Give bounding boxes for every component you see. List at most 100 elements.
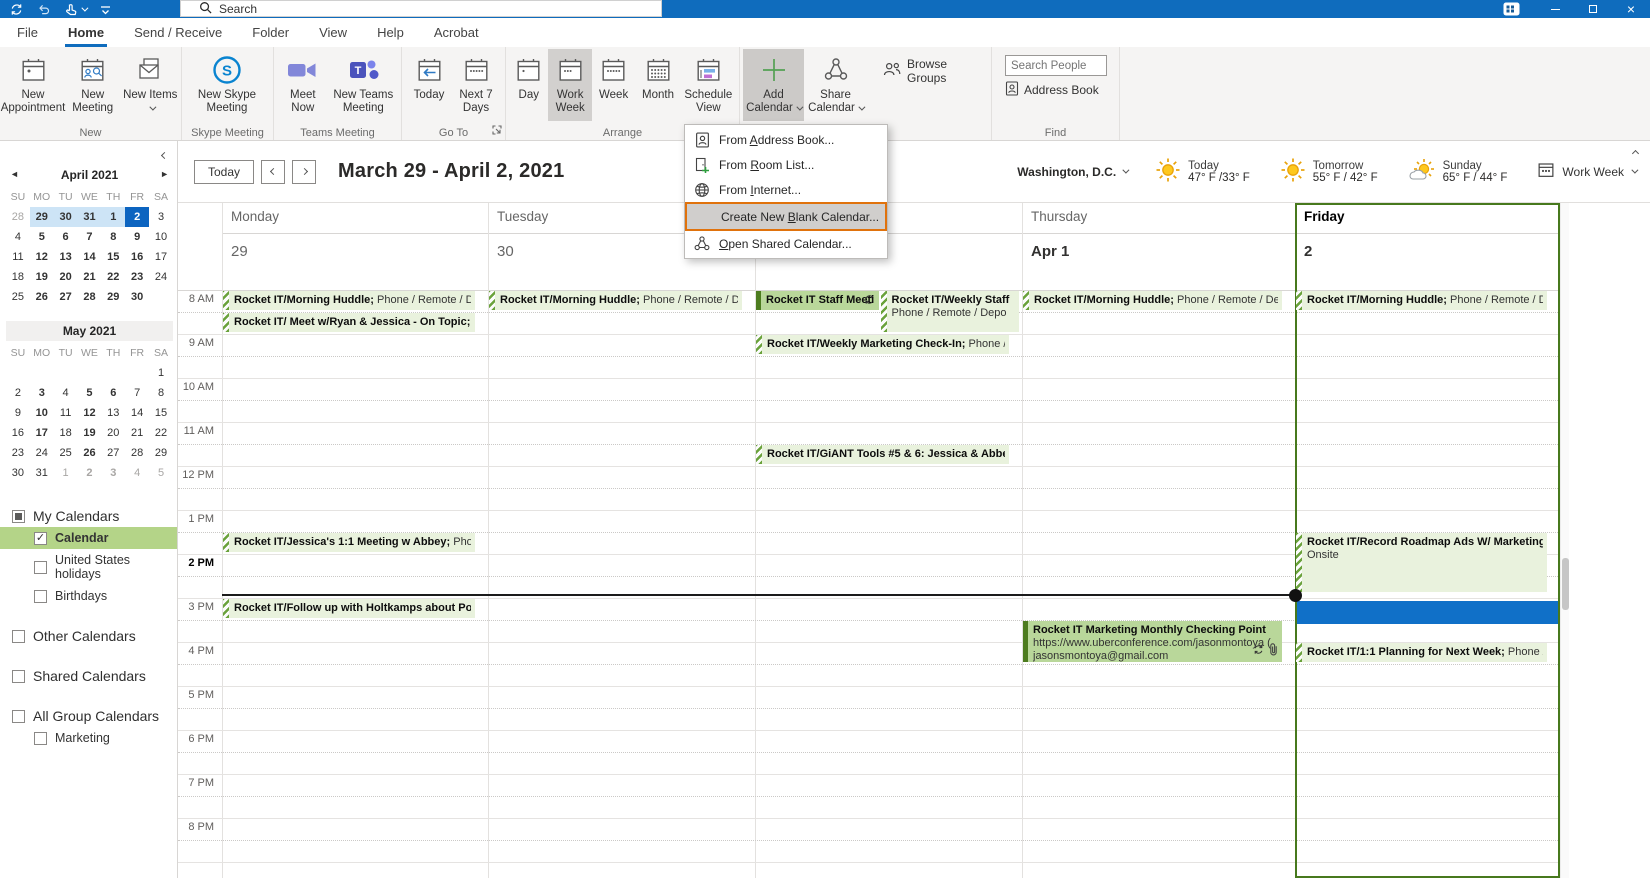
mini-calendar-day[interactable]: 18 [54,423,78,443]
mini-calendar-day[interactable]: 12 [30,247,54,267]
mini-calendar-day[interactable]: 30 [125,287,149,307]
browse-groups-button[interactable]: Browse Groups [873,49,988,93]
calendar-group-other-calendars[interactable]: Other Calendars [0,625,177,647]
tab-send-receive[interactable]: Send / Receive [119,20,237,47]
mini-calendar-day[interactable]: 7 [78,227,102,247]
apps-icon[interactable] [1503,2,1520,16]
tab-home[interactable]: Home [53,20,119,47]
mini-calendar-day[interactable]: 1 [101,207,125,227]
mini-calendar-day[interactable]: 10 [30,403,54,423]
mini-calendar-day[interactable]: 21 [78,267,102,287]
mini-calendar-day[interactable]: 5 [30,227,54,247]
tab-acrobat[interactable]: Acrobat [419,20,494,47]
new-skype-meeting-button[interactable]: S New Skype Meeting [185,49,269,121]
tab-file[interactable]: File [2,20,53,47]
calendar-group-all-group-calendars[interactable]: All Group Calendars [0,705,177,727]
checkbox[interactable] [34,732,47,745]
mini-calendar-day[interactable]: 26 [78,443,102,463]
customize-qat-icon[interactable] [100,0,111,18]
day-header-date[interactable]: 2 [1304,243,1312,260]
mini-calendar-day[interactable]: 31 [78,207,102,227]
mini-calendar-day[interactable]: 15 [149,403,173,423]
day-header-date[interactable]: Apr 1 [1031,243,1069,260]
calendar-list-item-calendar[interactable]: Calendar [0,527,177,549]
tab-help[interactable]: Help [362,20,419,47]
search-input[interactable]: Search [180,0,662,17]
schedule-view-button[interactable]: Schedule View [681,49,736,121]
mini-calendar-day[interactable]: 29 [149,443,173,463]
address-book-button[interactable]: Address Book [1005,81,1107,99]
day-header-date[interactable]: 29 [231,243,248,260]
mini-calendar-day[interactable]: 16 [125,247,149,267]
next-month-icon[interactable]: ► [160,169,169,179]
mini-calendar-day[interactable]: 14 [125,403,149,423]
mini-calendar-day[interactable]: 30 [6,463,30,483]
week-view-button[interactable]: Week [592,49,635,121]
previous-week-button[interactable] [261,160,285,184]
today-button[interactable]: Today [194,160,254,184]
weather-location[interactable]: Washington, D.C. [1017,165,1127,179]
mini-calendar-day[interactable]: 28 [125,443,149,463]
mini-calendar-day[interactable]: 24 [30,443,54,463]
mini-calendar-day[interactable]: 13 [54,247,78,267]
mini-calendar-day[interactable]: 23 [125,267,149,287]
mini-calendar-day[interactable]: 7 [125,383,149,403]
day-view-button[interactable]: Day [509,49,548,121]
mini-calendar-day[interactable]: 31 [30,463,54,483]
mini-calendar-day[interactable]: 6 [101,383,125,403]
meet-now-button[interactable]: Meet Now [277,49,329,121]
calendar-event[interactable]: Rocket IT/GiANT Tools #5 & 6: Jessica & … [756,445,1009,464]
scrollbar-thumb[interactable] [1562,558,1569,610]
send-receive-icon[interactable] [10,0,23,18]
mini-calendar-day[interactable]: 5 [78,383,102,403]
day-header-name[interactable]: Monday [231,209,279,224]
mini-calendar-day[interactable]: 25 [54,443,78,463]
collapse-folder-pane-icon[interactable] [162,147,167,161]
mini-calendar-day[interactable]: 5 [149,463,173,483]
day-header-name[interactable]: Tuesday [497,209,548,224]
next-7-days-button[interactable]: Next 7 Days [453,49,499,121]
search-people-input[interactable] [1005,55,1107,76]
undo-icon[interactable] [37,0,50,18]
mini-calendar-day[interactable]: 19 [30,267,54,287]
mini-calendar-day[interactable]: 4 [54,383,78,403]
mini-calendar-day[interactable]: 1 [54,463,78,483]
new-appointment-button[interactable]: New Appointment [3,49,63,121]
calendar-group-shared-calendars[interactable]: Shared Calendars [0,665,177,687]
checkbox[interactable] [12,710,25,723]
mini-calendar-day[interactable]: 9 [125,227,149,247]
menu-item-from-room-list[interactable]: From Room List... [685,152,887,177]
day-header-name[interactable]: Friday [1304,209,1345,224]
mini-calendar-day[interactable]: 1 [149,363,173,383]
mini-calendar-day[interactable]: 23 [6,443,30,463]
mini-calendar-day[interactable]: 27 [54,287,78,307]
calendar-event[interactable]: Rocket IT/Morning Huddle; Phone / Remote… [489,291,742,310]
menu-item-open-shared-calendar[interactable]: Open Shared Calendar... [685,231,887,256]
mini-calendar-day[interactable]: 14 [78,247,102,267]
mini-calendar-day[interactable]: 2 [125,207,149,227]
mini-calendar-day[interactable]: 18 [6,267,30,287]
mini-calendar-day[interactable]: 27 [101,443,125,463]
new-teams-meeting-button[interactable]: T New Teams Meeting [329,49,398,121]
mini-calendar-day[interactable]: 20 [101,423,125,443]
mini-calendar-day[interactable]: 3 [149,207,173,227]
mini-calendar-day[interactable]: 20 [54,267,78,287]
next-week-button[interactable] [292,160,316,184]
touch-mode-icon[interactable] [64,0,86,18]
mini-calendar-day[interactable]: 9 [6,403,30,423]
calendar-list-item-birthdays[interactable]: Birthdays [0,585,177,607]
checkbox[interactable] [34,590,47,603]
mini-calendar-day[interactable]: 29 [101,287,125,307]
new-items-button[interactable]: New Items [122,49,178,121]
mini-calendar-day[interactable]: 12 [78,403,102,423]
mini-calendar-day[interactable]: 2 [78,463,102,483]
mini-calendar-day[interactable]: 26 [30,287,54,307]
menu-item-create-new-blank-calendar[interactable]: Create New Blank Calendar... [685,202,887,231]
view-selector[interactable]: Work Week [1537,161,1636,182]
tab-folder[interactable]: Folder [237,20,304,47]
share-calendar-button[interactable]: Share Calendar [804,49,867,121]
mini-calendar-day[interactable]: 17 [149,247,173,267]
calendar-event[interactable]: Rocket IT/Record Roadmap Ads W/ Marketin… [1296,533,1547,592]
mini-calendar-day[interactable]: 11 [54,403,78,423]
new-meeting-button[interactable]: New Meeting [63,49,122,121]
